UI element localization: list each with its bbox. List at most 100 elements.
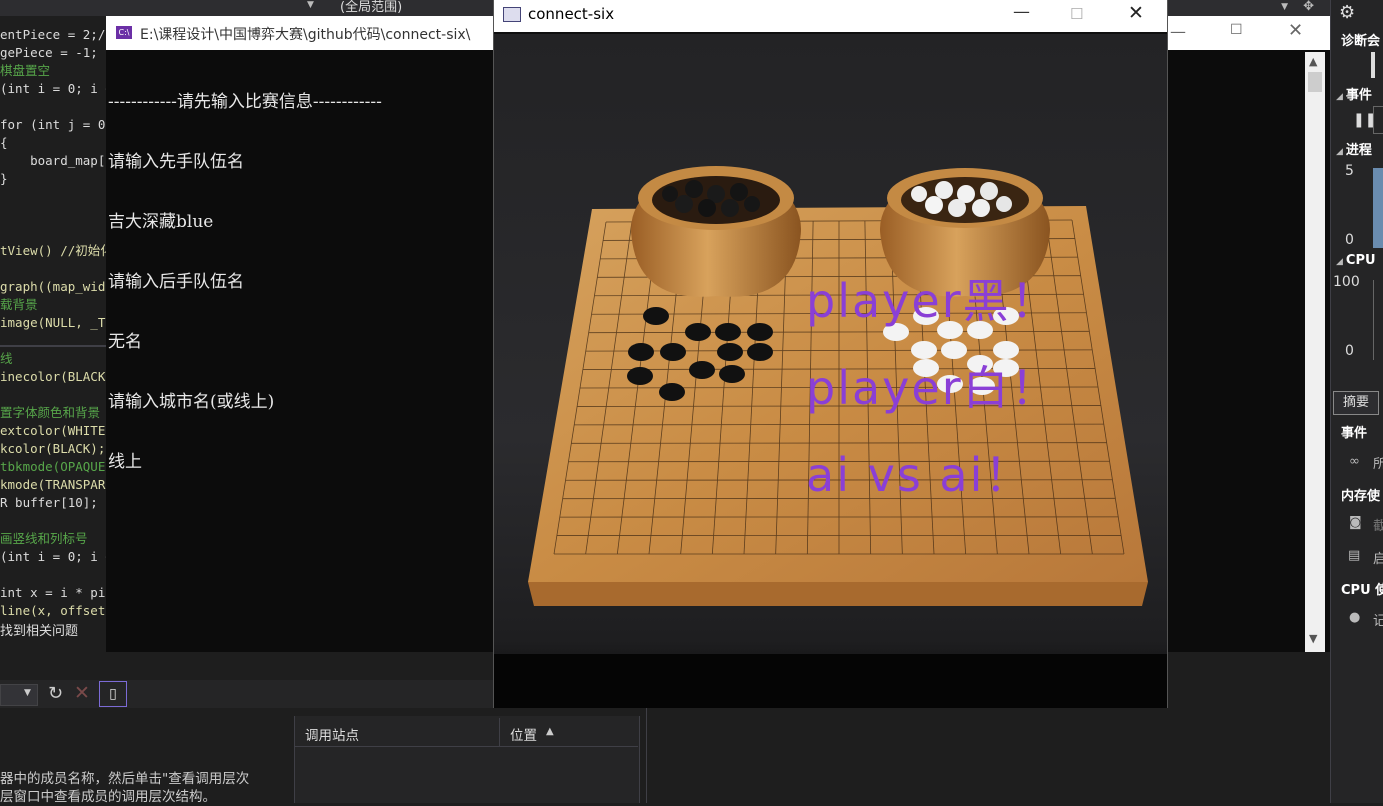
scope-select[interactable] bbox=[0, 684, 38, 706]
gear-icon[interactable]: ⚙ bbox=[1339, 2, 1355, 23]
code-line[interactable]: 载背景 bbox=[0, 296, 38, 314]
code-line[interactable]: (int i = 0; i < bbox=[0, 548, 113, 566]
device-icon[interactable]: ▯ bbox=[99, 681, 127, 707]
code-line[interactable]: entPiece = 2;// bbox=[0, 26, 113, 44]
black-stone-bowl bbox=[631, 166, 801, 297]
events-section-header[interactable]: ◢事件 bbox=[1336, 84, 1372, 103]
code-line[interactable]: inecolor(BLACK) bbox=[0, 368, 113, 386]
editor-divider bbox=[0, 345, 106, 347]
black-stone bbox=[747, 323, 773, 341]
call-hierarchy-help: 器中的成员名称，然后单击"查看调用层次 层窗口中查看成员的调用层次结构。 bbox=[0, 770, 290, 806]
overlay-line-1: player黑！ bbox=[806, 274, 1059, 328]
column-header-location[interactable]: 位置 bbox=[510, 724, 537, 744]
code-line[interactable]: 置字体颜色和背景 bbox=[0, 404, 100, 422]
black-stone bbox=[643, 307, 669, 325]
overlay-line-2: player白！ bbox=[806, 361, 1059, 415]
events-heading: 事件 bbox=[1341, 422, 1367, 441]
window-bottom-band bbox=[494, 654, 1167, 708]
code-line[interactable]: int x = i * pie bbox=[0, 584, 113, 602]
console-title: E:\课程设计\中国博弈大赛\github代码\connect-six\ bbox=[140, 24, 470, 44]
console-line: 无名 bbox=[108, 332, 382, 352]
process-axis-min: 0 bbox=[1345, 232, 1354, 248]
tab-summary[interactable]: 摘要 bbox=[1333, 391, 1379, 415]
scroll-up-icon[interactable]: ▲ bbox=[1309, 55, 1317, 68]
code-line[interactable]: kcolor(BLACK); bbox=[0, 440, 105, 458]
timeline-marker bbox=[1371, 52, 1375, 78]
code-line[interactable]: kmode(TRANSPARE bbox=[0, 476, 113, 494]
code-line[interactable]: (int i = 0; i < bbox=[0, 80, 113, 98]
black-stone bbox=[715, 323, 741, 341]
code-line[interactable]: 画竖线和列标号 bbox=[0, 530, 88, 548]
minimize-button[interactable]: — bbox=[1013, 2, 1030, 22]
events-all-row[interactable]: ∞所 bbox=[1331, 446, 1383, 477]
game-canvas[interactable]: player黑！ player白！ ai vs ai！ bbox=[494, 34, 1167, 708]
column-divider bbox=[499, 718, 500, 746]
chevron-down-icon: ▼ bbox=[1281, 0, 1288, 15]
console-line: 请输入城市名(或线上) bbox=[108, 392, 382, 412]
panel-divider bbox=[646, 708, 647, 803]
black-stone bbox=[747, 343, 773, 361]
code-line[interactable]: image(NULL, _T( bbox=[0, 314, 113, 332]
scroll-down-icon[interactable]: ▼ bbox=[1309, 632, 1317, 645]
console-app-icon: C:\ bbox=[116, 26, 132, 39]
refresh-icon[interactable]: ↻ bbox=[48, 683, 63, 704]
events-track bbox=[1373, 106, 1383, 134]
game-title: connect-six bbox=[528, 5, 614, 23]
issues-status: 找到相关问题 bbox=[0, 622, 106, 642]
record-icon: ● bbox=[1349, 610, 1360, 625]
code-line[interactable]: tbkmode(OPAQUE) bbox=[0, 458, 113, 476]
black-stone bbox=[627, 367, 653, 385]
black-stone bbox=[685, 323, 711, 341]
cpu-section-header[interactable]: ◢CPU bbox=[1336, 253, 1376, 268]
close-button[interactable]: ✕ bbox=[1288, 20, 1303, 41]
black-stone bbox=[717, 343, 743, 361]
code-line[interactable]: } bbox=[0, 170, 8, 188]
chevron-down-icon[interactable]: ▼ bbox=[24, 688, 31, 698]
code-line[interactable]: 线 bbox=[0, 350, 13, 368]
scrollbar-thumb[interactable] bbox=[1308, 72, 1322, 92]
console-line: 吉大深藏blue bbox=[108, 212, 382, 232]
chevron-down-icon[interactable]: ▼ bbox=[307, 0, 314, 10]
code-line[interactable]: gePiece = -1; bbox=[0, 44, 98, 62]
code-line[interactable]: tView() //初始化 bbox=[0, 242, 113, 260]
code-line[interactable]: graph((map_widt bbox=[0, 278, 113, 296]
camera-icon: ◙ bbox=[1349, 515, 1362, 530]
infinity-icon: ∞ bbox=[1349, 454, 1360, 469]
console-scrollbar[interactable] bbox=[1305, 52, 1325, 652]
sort-ascending-icon: ▲ bbox=[546, 726, 554, 737]
code-line[interactable]: for (int j = 0; bbox=[0, 116, 113, 134]
console-output: ------------请先输入比赛信息------------ 请输入先手队伍… bbox=[108, 52, 382, 492]
close-button[interactable]: ✕ bbox=[1128, 2, 1144, 24]
white-stone bbox=[911, 341, 937, 359]
black-stone bbox=[628, 343, 654, 361]
maximize-button[interactable]: ☐ bbox=[1230, 22, 1243, 38]
cpu-graph bbox=[1373, 280, 1383, 360]
memory-chip-icon: ▤ bbox=[1348, 548, 1360, 563]
split-icon[interactable]: ✥ bbox=[1303, 0, 1314, 14]
take-snapshot-row[interactable]: ◙截 bbox=[1331, 508, 1383, 539]
board-edge bbox=[528, 582, 1148, 606]
record-cpu-row[interactable]: ●记 bbox=[1331, 603, 1383, 634]
code-line[interactable]: extcolor(WHITE) bbox=[0, 422, 113, 440]
enable-heap-row[interactable]: ▤启 bbox=[1331, 541, 1383, 572]
process-memory-graph bbox=[1373, 168, 1383, 248]
code-line[interactable]: line(x, offsety bbox=[0, 602, 113, 620]
column-header-callsite[interactable]: 调用站点 bbox=[305, 724, 359, 744]
process-memory-header[interactable]: ◢进程 bbox=[1336, 139, 1372, 158]
black-stone bbox=[689, 361, 715, 379]
close-icon[interactable]: ✕ bbox=[74, 682, 90, 704]
cpu-usage-heading: CPU 使 bbox=[1341, 579, 1383, 598]
white-stone bbox=[941, 341, 967, 359]
code-line[interactable]: { bbox=[0, 134, 8, 152]
console-line: ------------请先输入比赛信息------------ bbox=[108, 92, 382, 112]
scope-dropdown-label: (全局范围) bbox=[340, 0, 402, 15]
black-stone bbox=[659, 383, 685, 401]
diagnostics-panel: ⚙ 诊断会 ◢事件 ❚❚ ◢进程 5 0 ◢CPU 100 0 摘要 事件 ∞所… bbox=[1330, 0, 1383, 803]
code-line[interactable]: R buffer[10]; / bbox=[0, 494, 113, 512]
code-line[interactable]: board_map[i bbox=[0, 152, 113, 170]
minimize-button[interactable]: — bbox=[1170, 22, 1186, 41]
white-stone bbox=[993, 341, 1019, 359]
header-divider bbox=[294, 746, 638, 747]
code-line[interactable]: 棋盘置空 bbox=[0, 62, 50, 80]
black-stone bbox=[660, 343, 686, 361]
